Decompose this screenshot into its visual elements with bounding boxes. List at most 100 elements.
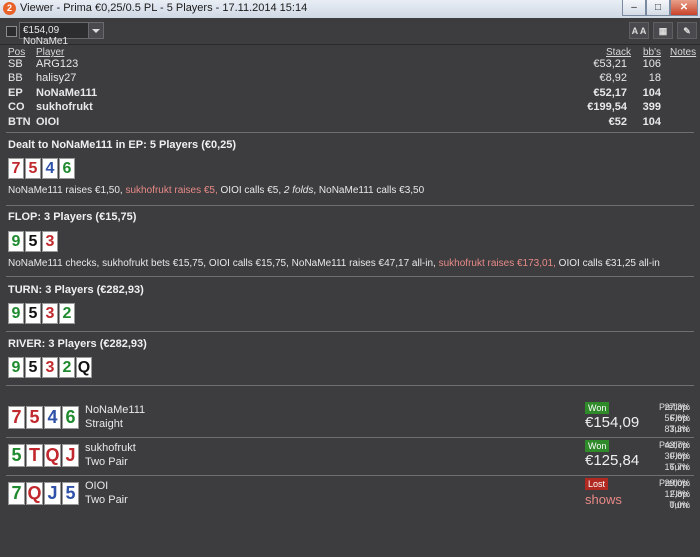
action-text: , NoNaMe111 calls €3,50 — [313, 185, 425, 196]
action-text: OIOI calls €31,25 all-in — [555, 258, 660, 269]
playing-card: 7 — [8, 406, 25, 429]
col-header-notes[interactable]: Notes — [670, 47, 696, 58]
action-text: OIOI calls €5, — [217, 185, 284, 196]
flop-actions: NoNaMe111 checks, sukhofrukt bets €15,75… — [8, 258, 660, 269]
preflop-title: Dealt to NoNaMe111 in EP: 5 Players (€0,… — [8, 139, 237, 151]
action-text: NoNaMe111 checks, sukhofrukt bets €15,75… — [8, 258, 439, 269]
playing-card: 5 — [26, 406, 43, 429]
player-name: ARG123 — [36, 58, 79, 70]
playing-card: 5 — [25, 357, 41, 378]
player-pos: SB — [8, 58, 23, 70]
playing-card: T — [26, 444, 43, 467]
player-name: halisy27 — [36, 72, 77, 84]
result-row: 5 T Q Jsukhofrukt Two Pair Won €125,84 Preflop:… — [0, 440, 700, 480]
turn-equity: 16,7% — [664, 462, 690, 472]
player-row[interactable]: EP NoNaMe111 €52,17 104 — [0, 87, 700, 101]
divider — [6, 475, 694, 476]
window-title: Viewer - Prima €0,25/0.5 PL - 5 Players … — [20, 2, 308, 14]
river-title: RIVER: 3 Players (€282,93) — [8, 338, 147, 350]
playing-card: 9 — [8, 303, 24, 324]
maximize-button[interactable]: □ — [646, 0, 670, 16]
playing-card: J — [62, 444, 79, 467]
font-size-button[interactable]: A A — [629, 22, 649, 39]
highlighted-action: sukhofrukt raises €173,01, — [438, 258, 556, 269]
hole-cards: 7546 — [8, 158, 76, 179]
flop-title: FLOP: 3 Players (€15,75) — [8, 211, 137, 223]
divider — [6, 437, 694, 438]
close-button[interactable]: ✕ — [670, 0, 698, 16]
playing-card: Q — [44, 444, 61, 467]
playing-card: 5 — [25, 231, 41, 252]
result-cards: 7546 — [8, 406, 80, 429]
result-badge: Won — [585, 402, 610, 414]
col-header-pos[interactable]: Pos — [8, 47, 25, 58]
folds-text: 2 folds — [283, 185, 314, 196]
minimize-button[interactable]: – — [622, 0, 646, 16]
player-name: OIOI — [36, 116, 60, 128]
turn-title: TURN: 3 Players (€282,93) — [8, 284, 144, 296]
result-hand: Straight — [85, 418, 123, 430]
turn-equity: 0,0% — [669, 500, 690, 510]
hand-selector-dropdown[interactable]: €154,09 NoNaMe1 — [19, 22, 104, 47]
player-pos: BTN — [8, 116, 31, 128]
player-bbs: 106 — [642, 58, 661, 70]
playing-card: 2 — [59, 303, 75, 324]
player-row[interactable]: BTN OIOI €52 104 — [0, 116, 700, 130]
chevron-down-icon[interactable] — [88, 23, 103, 38]
result-badge: Won — [585, 440, 610, 452]
player-bbs: 399 — [642, 101, 661, 113]
highlighted-action: sukhofrukt raises €5, — [125, 185, 218, 196]
flop-equity: 12,8% — [664, 489, 690, 499]
player-stack: €53,21 — [593, 58, 627, 70]
player-row[interactable]: SB ARG123 €53,21 106 — [0, 58, 700, 72]
col-header-stack[interactable]: Stack — [606, 47, 631, 58]
toolbar: €154,09 NoNaMe1 A A ▦ ✎ — [0, 18, 700, 47]
edit-pencil-button[interactable]: ✎ — [677, 22, 697, 39]
player-stack: €52,17 — [593, 87, 627, 99]
playing-card: 5 — [8, 444, 25, 467]
playing-card: 5 — [62, 482, 79, 505]
select-checkbox[interactable] — [6, 26, 17, 37]
player-row[interactable]: CO sukhofrukt €199,54 399 — [0, 101, 700, 115]
col-header-bbs[interactable]: bb's — [643, 47, 661, 58]
app-icon: 2 — [3, 2, 16, 15]
playing-card: 6 — [59, 158, 75, 179]
col-header-player[interactable]: Player — [36, 47, 64, 58]
turn-equity: 83,3% — [664, 424, 690, 434]
divider — [6, 385, 694, 386]
result-row: 7 Q J 5 OIOI Two Pair Lost shows Preflop: Flop: Tu… — [0, 478, 700, 518]
playing-card: J — [44, 482, 61, 505]
playing-card: 9 — [8, 231, 24, 252]
result-player-name: NoNaMe111 — [85, 404, 146, 416]
result-hand: Two Pair — [85, 494, 128, 506]
playing-card: 3 — [42, 357, 58, 378]
player-bbs: 104 — [642, 87, 661, 99]
playing-card: 2 — [59, 357, 75, 378]
result-cards: 5TQJ — [8, 444, 80, 467]
result-row: 7 5 4 6 NoNaMe111 Straight Won €154,09 Preflop: F… — [0, 402, 700, 442]
player-pos: BB — [8, 72, 23, 84]
flop-cards: 953 — [8, 231, 59, 252]
player-row[interactable]: BB halisy27 €8,92 18 — [0, 72, 700, 86]
player-pos: CO — [8, 101, 25, 113]
playing-card: 4 — [42, 158, 58, 179]
river-cards: 9532Q — [8, 357, 93, 378]
playing-card: 6 — [62, 406, 79, 429]
divider — [6, 276, 694, 277]
turn-cards: 9532 — [8, 303, 76, 324]
divider — [6, 205, 694, 206]
result-amount: shows — [585, 492, 622, 507]
playing-card: 4 — [44, 406, 61, 429]
playing-card: Q — [26, 482, 43, 505]
result-player-name: OIOI — [85, 480, 109, 492]
player-pos: EP — [8, 87, 23, 99]
playing-card: 7 — [8, 158, 24, 179]
action-text: NoNaMe111 raises €1,50, — [8, 185, 126, 196]
preflop-equity: 43,7% — [664, 440, 690, 450]
grid-view-button[interactable]: ▦ — [653, 22, 673, 39]
playing-card: 3 — [42, 303, 58, 324]
player-name: NoNaMe111 — [36, 87, 98, 99]
preflop-equity: 29,0% — [664, 478, 690, 488]
player-name: sukhofrukt — [36, 101, 93, 113]
result-player-name: sukhofrukt — [85, 442, 136, 454]
